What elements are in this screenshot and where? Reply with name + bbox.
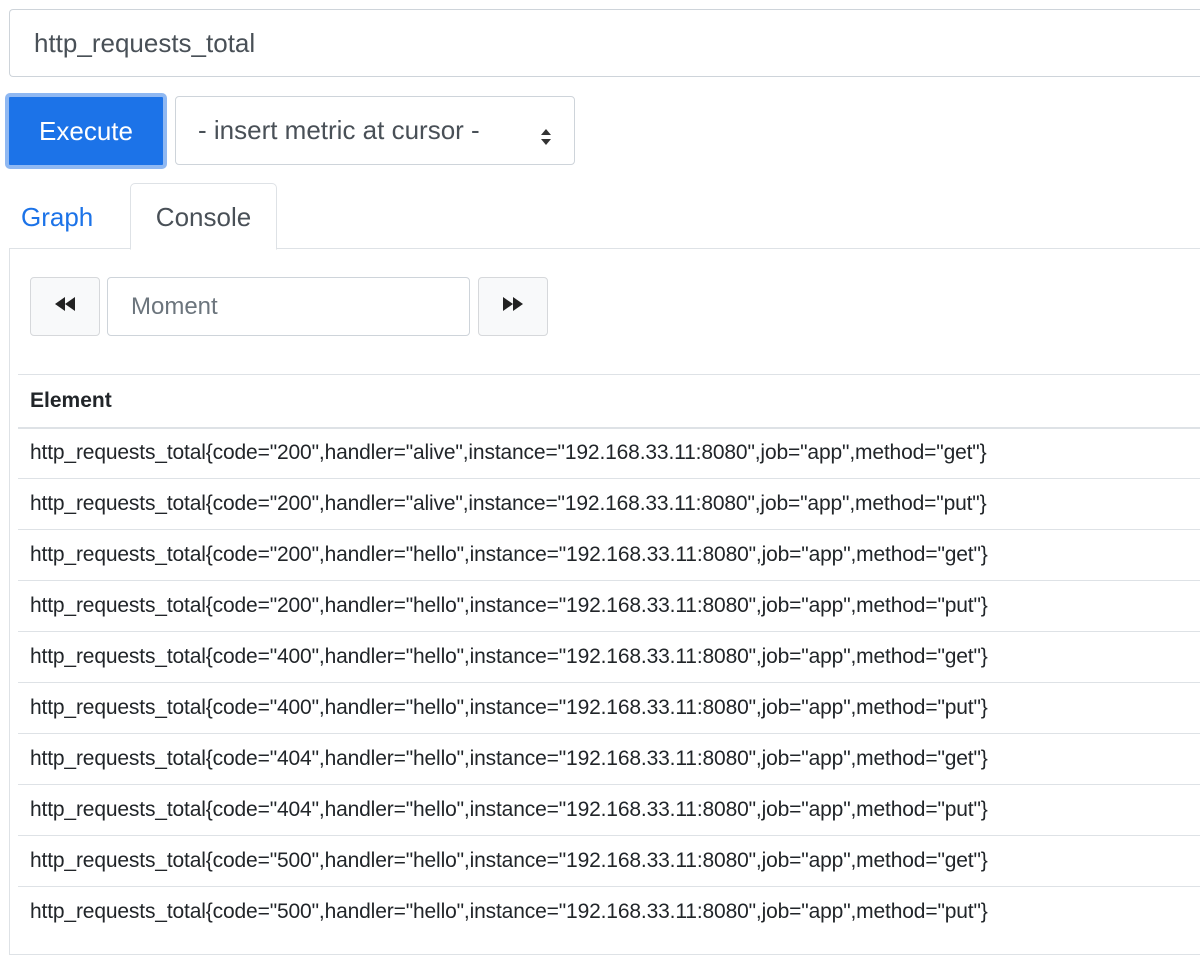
table-row: http_requests_total{code="400",handler="… (18, 631, 1200, 683)
series-label: http_requests_total{code="200",handler="… (18, 427, 1200, 479)
expression-input[interactable] (9, 9, 1200, 77)
insert-metric-select[interactable]: - insert metric at cursor - (175, 96, 575, 165)
table-row: http_requests_total{code="500",handler="… (18, 835, 1200, 887)
table-row: http_requests_total{code="400",handler="… (18, 682, 1200, 734)
fast-backward-icon (54, 296, 76, 317)
table-header-row: Element (18, 374, 1200, 429)
table-row: http_requests_total{code="500",handler="… (18, 887, 1200, 938)
tab-graph[interactable]: Graph (21, 200, 93, 234)
series-label: http_requests_total{code="200",handler="… (18, 580, 1200, 632)
table-row: http_requests_total{code="200",handler="… (18, 427, 1200, 479)
table-row: http_requests_total{code="404",handler="… (18, 733, 1200, 785)
tab-console[interactable]: Console (130, 183, 277, 250)
execute-button[interactable]: Execute (5, 93, 167, 169)
series-label: http_requests_total{code="500",handler="… (18, 835, 1200, 887)
fast-forward-icon (502, 296, 524, 317)
series-label: http_requests_total{code="200",handler="… (18, 478, 1200, 530)
table-row: http_requests_total{code="200",handler="… (18, 580, 1200, 632)
moment-forward-button[interactable] (478, 277, 548, 336)
table-row: http_requests_total{code="200",handler="… (18, 478, 1200, 530)
series-label: http_requests_total{code="500",handler="… (30, 900, 988, 924)
series-label: http_requests_total{code="400",handler="… (18, 631, 1200, 683)
select-updown-icon (540, 121, 552, 145)
moment-back-button[interactable] (30, 277, 100, 336)
series-label: http_requests_total{code="400",handler="… (18, 682, 1200, 734)
moment-input[interactable] (107, 277, 470, 336)
insert-metric-select-label: - insert metric at cursor - (198, 115, 480, 145)
series-label: http_requests_total{code="404",handler="… (18, 784, 1200, 836)
series-label: http_requests_total{code="200",handler="… (18, 529, 1200, 581)
table-row: http_requests_total{code="200",handler="… (18, 529, 1200, 581)
results-table: Element http_requests_total{code="200",h… (18, 374, 1200, 938)
series-label: http_requests_total{code="404",handler="… (18, 733, 1200, 785)
column-header-element: Element (18, 374, 1200, 429)
table-row: http_requests_total{code="404",handler="… (18, 784, 1200, 836)
